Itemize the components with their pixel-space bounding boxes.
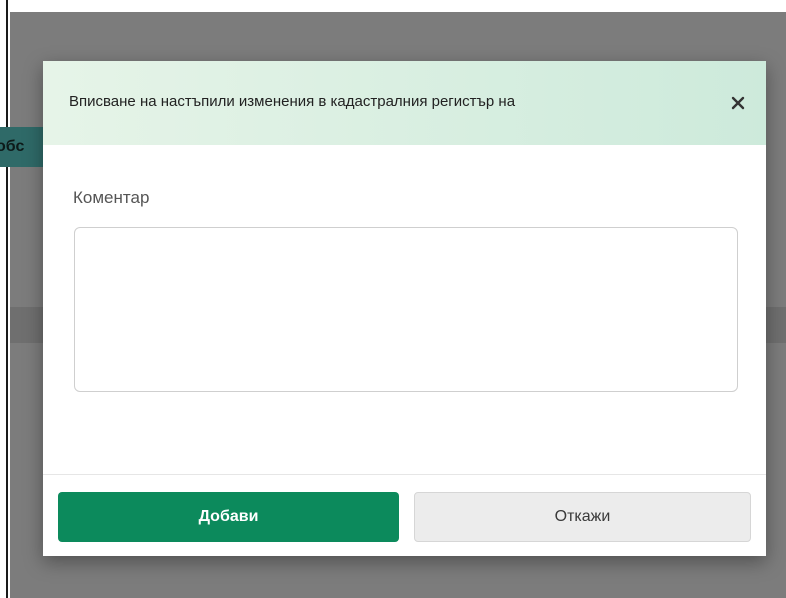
add-button[interactable]: Добави xyxy=(58,492,399,542)
footer-divider xyxy=(43,474,766,475)
dialog-title: Вписване на настъпили изменения в кадаст… xyxy=(69,93,516,110)
close-button[interactable] xyxy=(724,89,752,117)
background-tab-label: обс xyxy=(0,138,25,155)
comment-dialog: Вписване на настъпили изменения в кадаст… xyxy=(43,61,766,556)
dialog-header: Вписване на настъпили изменения в кадаст… xyxy=(43,61,766,145)
cancel-button[interactable]: Откажи xyxy=(414,492,751,542)
left-edge xyxy=(0,0,8,598)
comment-input[interactable] xyxy=(74,227,738,392)
close-icon xyxy=(731,96,745,110)
comment-label: Коментар xyxy=(73,188,150,207)
top-strip xyxy=(0,0,786,12)
